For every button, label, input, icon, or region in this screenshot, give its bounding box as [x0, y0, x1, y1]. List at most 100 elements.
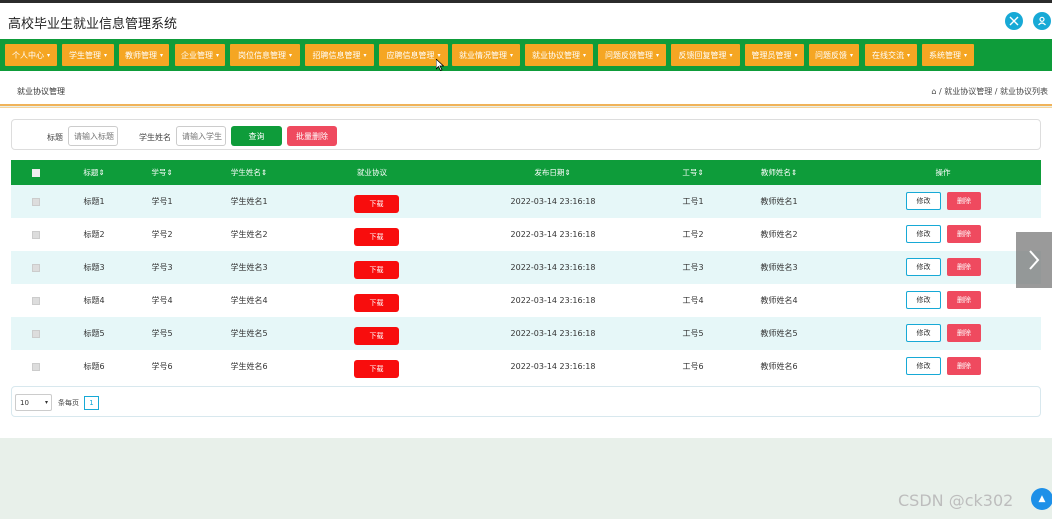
nav-item-employment-status-manage[interactable]: 就业情况管理 ▾ — [452, 44, 520, 66]
nav-label: 岗位信息管理 — [237, 50, 286, 60]
sort-icon: ⇕ — [166, 168, 173, 177]
top-nav: 个人中心 ▾ 学生管理 ▾ 教师管理 ▾ 企业管理 ▾ 岗位信息管理 ▾ 招聘信息管理 ▾ … — [0, 39, 1052, 71]
caret-down-icon: ▾ — [215, 51, 219, 59]
delete-button[interactable]: 删除 — [947, 192, 981, 210]
caret-down-icon: ▾ — [46, 51, 50, 59]
column-header-student-name[interactable]: 学生姓名 ⇕ — [229, 160, 269, 185]
row-checkbox[interactable] — [30, 317, 42, 350]
chevron-right-icon[interactable] — [1016, 232, 1052, 288]
nav-item-feedback-manage[interactable]: 问题反馈管理 ▾ — [598, 44, 666, 66]
nav-label: 系统管理 — [928, 50, 961, 60]
page-size-select[interactable]: 10 ▾ — [15, 394, 52, 411]
cell-student-name: 学生姓名6 — [230, 362, 268, 371]
page-title: 就业协议管理 — [17, 87, 65, 96]
cell-agreement: 下载 — [354, 350, 399, 383]
cell-agreement: 下载 — [354, 284, 399, 317]
title-search-input[interactable] — [68, 126, 118, 146]
cell-agreement: 下载 — [354, 218, 399, 251]
table-row: 标题5 学号5 学生姓名5 下载 2022-03-14 23:16:18 工号5… — [11, 317, 1041, 350]
download-button[interactable]: 下载 — [354, 293, 399, 312]
divider — [0, 104, 1052, 106]
edit-button[interactable]: 修改 — [906, 258, 941, 276]
breadcrumb-trail[interactable]: / 就业协议管理 / 就业协议列表 — [939, 87, 1048, 96]
download-button[interactable]: 下载 — [354, 260, 399, 279]
download-button[interactable]: 下载 — [354, 194, 399, 213]
back-to-top-icon[interactable]: ▲ — [1031, 488, 1052, 510]
student-name-search-input[interactable] — [176, 126, 226, 146]
row-checkbox[interactable] — [30, 218, 42, 251]
column-header-teacher-name[interactable]: 教师姓名 ⇕ — [759, 160, 799, 185]
cell-student-no: 学号5 — [151, 329, 173, 338]
edit-button[interactable]: 修改 — [906, 225, 941, 243]
caret-down-icon: ▾ — [363, 51, 367, 59]
pagination-panel — [11, 386, 1041, 417]
cell-student-no: 学号2 — [151, 230, 173, 239]
edit-button[interactable]: 修改 — [906, 192, 941, 210]
nav-item-admin-manage[interactable]: 管理员管理 ▾ — [745, 44, 804, 66]
page-number-button[interactable]: 1 — [84, 396, 99, 410]
cell-date: 2022-03-14 23:16:18 — [510, 296, 596, 305]
nav-label: 就业协议管理 — [531, 50, 580, 60]
caret-down-icon: ▾ — [906, 51, 910, 59]
caret-down-icon: ▾ — [729, 51, 733, 59]
sort-icon: ⇕ — [98, 168, 105, 177]
column-header-student-no[interactable]: 学号 ⇕ — [151, 160, 173, 185]
cell-teacher-no: 工号1 — [682, 197, 704, 206]
cell-title: 标题4 — [83, 296, 105, 305]
delete-button[interactable]: 删除 — [947, 225, 981, 243]
delete-button[interactable]: 删除 — [947, 357, 981, 375]
table-row: 标题4 学号4 学生姓名4 下载 2022-03-14 23:16:18 工号4… — [11, 284, 1041, 317]
row-checkbox[interactable] — [30, 185, 42, 218]
nav-item-teacher-manage[interactable]: 教师管理 ▾ — [119, 44, 169, 66]
cell-date: 2022-03-14 23:16:18 — [510, 230, 596, 239]
nav-label: 问题反馈 — [814, 50, 847, 60]
breadcrumb: ⌂ / 就业协议管理 / 就业协议列表 — [931, 86, 1048, 97]
nav-label: 学生管理 — [68, 50, 101, 60]
nav-item-company-manage[interactable]: 企业管理 ▾ — [175, 44, 225, 66]
nav-label: 就业情况管理 — [458, 50, 507, 60]
nav-item-student-manage[interactable]: 学生管理 ▾ — [62, 44, 114, 66]
edit-button[interactable]: 修改 — [906, 324, 941, 342]
column-header-teacher-no[interactable]: 工号 ⇕ — [682, 160, 704, 185]
download-button[interactable]: 下载 — [354, 326, 399, 345]
row-checkbox[interactable] — [30, 284, 42, 317]
edit-button[interactable]: 修改 — [906, 357, 941, 375]
select-all-checkbox[interactable] — [30, 160, 42, 185]
batch-delete-button[interactable]: 批量删除 — [287, 126, 337, 146]
sort-icon: ⇕ — [564, 168, 571, 177]
nav-item-personal-center[interactable]: 个人中心 ▾ — [5, 44, 57, 66]
nav-label: 在线交流 — [871, 50, 904, 60]
nav-label: 教师管理 — [124, 50, 157, 60]
nav-item-recruit-info-manage[interactable]: 招聘信息管理 ▾ — [305, 44, 374, 66]
caret-down-icon: ▾ — [582, 51, 586, 59]
cell-date: 2022-03-14 23:16:18 — [510, 362, 596, 371]
nav-item-reply-manage[interactable]: 反馈回复管理 ▾ — [671, 44, 740, 66]
delete-button[interactable]: 删除 — [947, 258, 981, 276]
row-checkbox[interactable] — [30, 251, 42, 284]
row-checkbox[interactable] — [30, 350, 42, 383]
cell-teacher-no: 工号2 — [682, 230, 704, 239]
delete-button[interactable]: 删除 — [947, 291, 981, 309]
delete-button[interactable]: 删除 — [947, 324, 981, 342]
nav-item-job-info-manage[interactable]: 岗位信息管理 ▾ — [230, 44, 300, 66]
nav-item-system-manage[interactable]: 系统管理 ▾ — [922, 44, 974, 66]
cell-teacher-no: 工号3 — [682, 263, 704, 272]
user-icon[interactable] — [1033, 12, 1051, 30]
cell-title: 标题1 — [83, 197, 105, 206]
nav-label: 反馈回复管理 — [678, 50, 727, 60]
cell-teacher-no: 工号4 — [682, 296, 704, 305]
table-row: 标题3 学号3 学生姓名3 下载 2022-03-14 23:16:18 工号3… — [11, 251, 1041, 284]
download-button[interactable]: 下载 — [354, 359, 399, 378]
breadcrumb-bar — [0, 71, 1052, 104]
nav-item-online-chat[interactable]: 在线交流 ▾ — [865, 44, 917, 66]
edit-button[interactable]: 修改 — [906, 291, 941, 309]
nav-item-feedback[interactable]: 问题反馈 ▾ — [809, 44, 859, 66]
home-icon[interactable]: ⌂ — [931, 87, 936, 96]
cell-agreement: 下载 — [354, 185, 399, 218]
column-header-title[interactable]: 标题 ⇕ — [83, 160, 105, 185]
query-button[interactable]: 查询 — [231, 126, 282, 146]
nav-item-agreement-manage[interactable]: 就业协议管理 ▾ — [525, 44, 593, 66]
fullscreen-icon[interactable] — [1005, 12, 1023, 30]
column-header-date[interactable]: 发布日期 ⇕ — [530, 160, 575, 185]
download-button[interactable]: 下载 — [354, 227, 399, 246]
